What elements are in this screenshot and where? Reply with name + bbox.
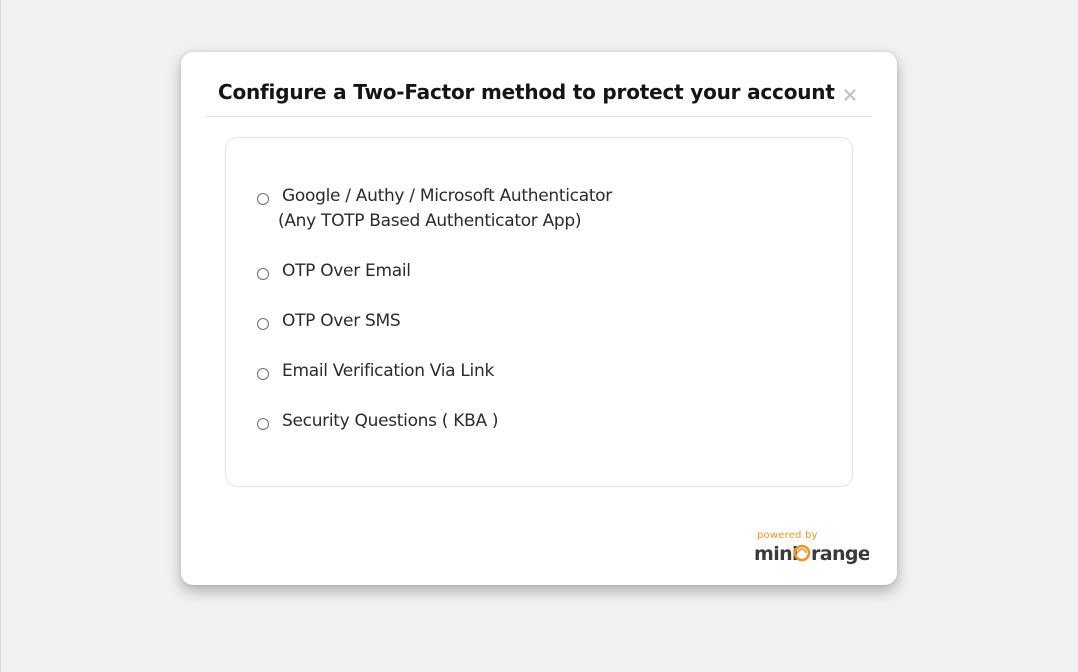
modal-title: Configure a Two-Factor method to protect… — [218, 80, 835, 104]
powered-by-branding: powered by mini range — [754, 530, 869, 566]
two-factor-modal: Configure a Two-Factor method to protect… — [181, 52, 897, 585]
close-button[interactable] — [841, 86, 859, 104]
option-label: OTP Over Email — [282, 261, 411, 281]
close-icon — [844, 89, 856, 101]
radio-button[interactable] — [257, 418, 269, 430]
miniorange-logo: mini range — [754, 543, 869, 565]
svg-text:mini: mini — [754, 543, 798, 565]
radio-button[interactable] — [257, 368, 269, 380]
radio-button[interactable] — [257, 193, 269, 205]
option-label: Google / Authy / Microsoft Authenticator — [282, 186, 612, 206]
radio-button[interactable] — [257, 268, 269, 280]
option-label: OTP Over SMS — [282, 311, 401, 331]
svg-text:range: range — [811, 543, 869, 565]
radio-button[interactable] — [257, 318, 269, 330]
method-options-card: Google / Authy / Microsoft Authenticator… — [225, 137, 853, 487]
option-label: Email Verification Via Link — [282, 361, 495, 381]
header-divider — [206, 116, 872, 117]
option-sublabel: (Any TOTP Based Authenticator App) — [278, 211, 582, 231]
option-label: Security Questions ( KBA ) — [282, 411, 499, 431]
page-edge — [0, 0, 1, 672]
